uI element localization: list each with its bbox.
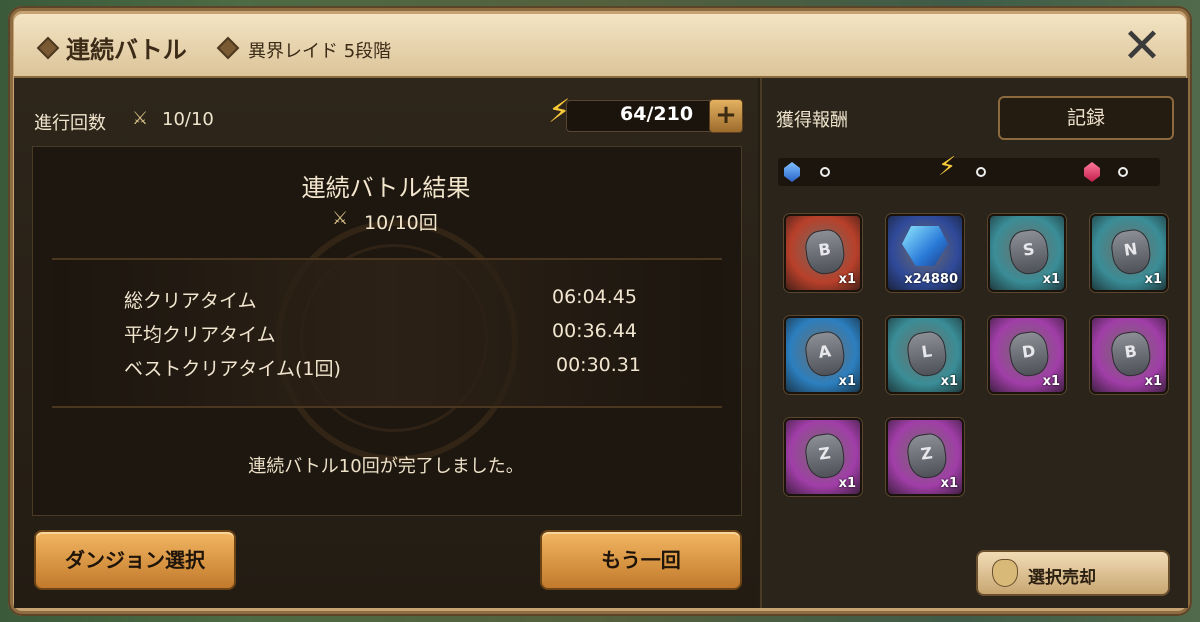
energy-bolt-icon: ⚡ xyxy=(938,152,957,182)
reward-tile[interactable]: Zx1 xyxy=(784,418,862,496)
reward-quantity: x1 xyxy=(838,374,856,389)
reward-quantity: x1 xyxy=(940,374,958,389)
reward-quantity: x24880 xyxy=(904,272,958,287)
rune-glyph: Z xyxy=(919,443,934,464)
crossed-swords-icon: ⚔ xyxy=(332,208,349,229)
rune-glyph: A xyxy=(817,341,833,362)
record-button[interactable]: 記録 xyxy=(998,96,1174,140)
select-sell-label: 選択売却 xyxy=(1028,568,1096,588)
average-clear-time-value: 00:36.44 xyxy=(552,320,637,342)
reward-tile[interactable]: Dx1 xyxy=(988,316,1066,394)
rune-icon: D xyxy=(1007,329,1051,379)
reward-tile[interactable]: x24880 xyxy=(886,214,964,292)
reward-quantity: x1 xyxy=(838,272,856,287)
rune-icon: Z xyxy=(803,431,847,481)
rune-glyph: L xyxy=(920,341,934,362)
rune-icon: B xyxy=(1109,329,1153,379)
total-clear-time-value: 06:04.45 xyxy=(552,286,637,308)
reward-tile[interactable]: Nx1 xyxy=(1090,214,1168,292)
add-energy-button[interactable]: + xyxy=(709,99,743,133)
reward-tile[interactable]: Ax1 xyxy=(784,316,862,394)
energy-value: 64/210 xyxy=(620,103,694,125)
dialog-titlebar xyxy=(14,14,1186,78)
reward-tile[interactable]: Bx1 xyxy=(1090,316,1168,394)
reward-tile[interactable]: Lx1 xyxy=(886,316,964,394)
reward-quantity: x1 xyxy=(1144,272,1162,287)
reward-tile[interactable]: Sx1 xyxy=(988,214,1066,292)
best-clear-time-label: ベストクリアタイム(1回) xyxy=(124,358,341,380)
counter-dot xyxy=(976,167,986,177)
reward-quantity: x1 xyxy=(1144,374,1162,389)
rune-glyph: S xyxy=(1021,239,1036,260)
result-title: 連続バトル結果 xyxy=(301,174,471,202)
reward-quantity: x1 xyxy=(940,476,958,491)
energy-bolt-icon: ⚡ xyxy=(548,92,571,130)
progress-label: 進行回数 xyxy=(34,113,106,134)
counter-dot xyxy=(1118,167,1128,177)
completion-message: 連続バトル10回が完了しました。 xyxy=(248,456,524,477)
rune-glyph: B xyxy=(1123,341,1139,362)
dungeon-select-button[interactable]: ダンジョン選択 xyxy=(34,530,236,590)
best-clear-time-value: 00:30.31 xyxy=(556,354,641,376)
reward-type-counters xyxy=(778,158,1160,186)
rune-icon: N xyxy=(1109,227,1153,277)
result-count: 10/10回 xyxy=(364,212,438,234)
counter-dot xyxy=(820,167,830,177)
rewards-label: 獲得報酬 xyxy=(776,110,848,131)
retry-button[interactable]: もう一回 xyxy=(540,530,742,590)
money-bag-icon xyxy=(992,559,1018,587)
rune-icon: B xyxy=(803,227,847,277)
reward-quantity: x1 xyxy=(1042,374,1060,389)
rune-icon: L xyxy=(905,329,949,379)
reward-quantity: x1 xyxy=(1042,272,1060,287)
crossed-swords-icon: ⚔ xyxy=(132,108,149,129)
rune-icon: S xyxy=(1007,227,1051,277)
rune-glyph: D xyxy=(1020,341,1037,362)
select-sell-button[interactable]: 選択売却 xyxy=(976,550,1170,596)
average-clear-time-label: 平均クリアタイム xyxy=(124,324,276,346)
crystal-icon xyxy=(902,226,948,266)
rune-glyph: B xyxy=(817,239,833,260)
progress-count: 10/10 xyxy=(162,109,214,130)
rune-icon: Z xyxy=(905,431,949,481)
dialog-title: 連続バトル xyxy=(66,36,187,64)
reward-tile[interactable]: Bx1 xyxy=(784,214,862,292)
rune-icon: A xyxy=(803,329,847,379)
rune-glyph: N xyxy=(1122,239,1139,260)
dialog-subtitle: 異界レイド 5段階 xyxy=(248,41,392,62)
reward-quantity: x1 xyxy=(838,476,856,491)
rune-glyph: Z xyxy=(817,443,832,464)
reward-tile[interactable]: Zx1 xyxy=(886,418,964,496)
close-icon[interactable]: ✕ xyxy=(1120,22,1164,70)
total-clear-time-label: 総クリアタイム xyxy=(124,290,257,312)
